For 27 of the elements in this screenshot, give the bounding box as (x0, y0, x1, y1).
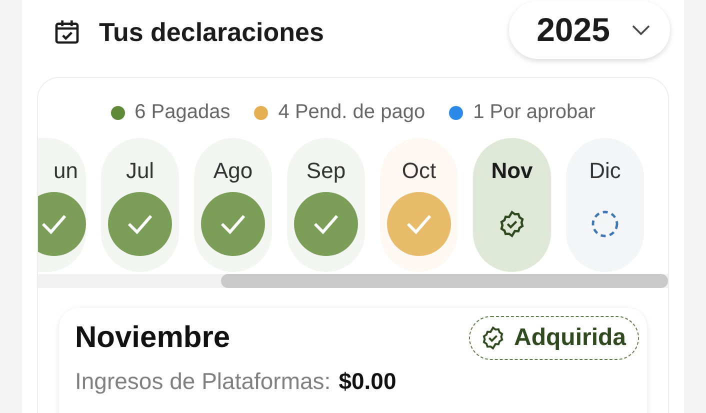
income-label: Ingresos de Plataformas: (75, 368, 331, 395)
month-chip[interactable]: Dic (566, 138, 644, 272)
check-circle-icon (108, 192, 172, 256)
month-chip[interactable]: Nov (473, 138, 551, 272)
check-badge-icon (497, 209, 527, 239)
income-value: $0.00 (338, 368, 396, 395)
check-circle-icon (38, 192, 86, 256)
legend-label: 1 Por aprobar (473, 101, 596, 124)
legend-label: 4 Pend. de pago (278, 101, 426, 124)
chevron-down-icon (632, 25, 650, 35)
check-circle-icon (294, 192, 358, 256)
month-title: Noviembre (75, 321, 230, 355)
month-chip[interactable]: un (38, 138, 86, 272)
dashed-circle-icon (590, 209, 620, 239)
month-chip[interactable]: Sep (287, 138, 365, 272)
calendar-icon (53, 18, 81, 46)
check-badge-icon (480, 325, 506, 351)
check-circle-icon (201, 192, 265, 256)
status-label: Adquirida (514, 324, 626, 352)
month-chip[interactable]: Jul (101, 138, 179, 272)
legend-label: 6 Pagadas (134, 101, 230, 124)
section-title: Tus declaraciones (99, 16, 325, 48)
month-chip[interactable]: Ago (194, 138, 272, 272)
month-chip[interactable]: Oct (380, 138, 458, 272)
year-dropdown[interactable]: 2025 (508, 1, 670, 59)
check-circle-icon (387, 192, 451, 256)
scrollbar-thumb[interactable] (221, 274, 668, 288)
